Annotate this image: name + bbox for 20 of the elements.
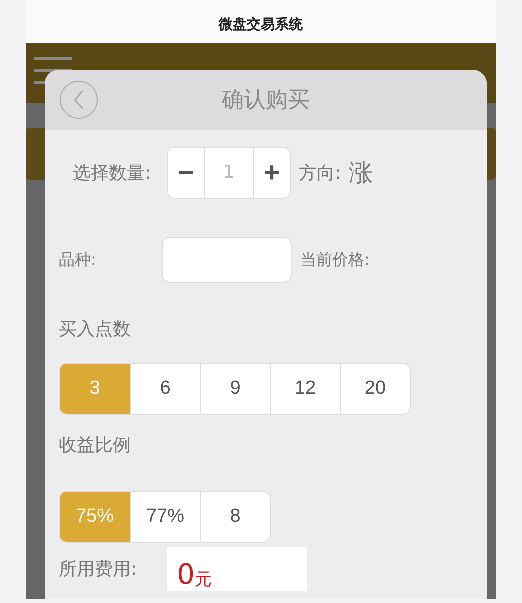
points-label: 买入点数 — [59, 318, 131, 341]
cost-label: 所用费用: — [59, 558, 138, 581]
back-icon — [73, 90, 85, 110]
points-option[interactable]: 9 — [200, 364, 270, 414]
price-label: 当前价格: — [300, 250, 370, 270]
product-label: 品种: — [59, 250, 96, 270]
product-field[interactable] — [162, 237, 292, 283]
ratio-label: 收益比例 — [59, 434, 131, 457]
points-option[interactable]: 20 — [340, 364, 410, 414]
quantity-label: 选择数量: — [73, 162, 152, 184]
points-option[interactable]: 6 — [130, 364, 200, 414]
dialog-title: 确认购买 — [222, 87, 310, 115]
cost-unit: 元 — [194, 569, 212, 591]
direction-value: 涨 — [349, 158, 374, 188]
window-title: 微盘交易系统 — [219, 16, 303, 34]
direction-label: 方向: — [299, 162, 342, 184]
cost-amount: 0 — [177, 558, 195, 591]
ratio-option[interactable]: 77% — [130, 492, 200, 542]
ratio-option[interactable]: 8 — [200, 492, 270, 542]
points-option[interactable]: 12 — [270, 364, 340, 414]
